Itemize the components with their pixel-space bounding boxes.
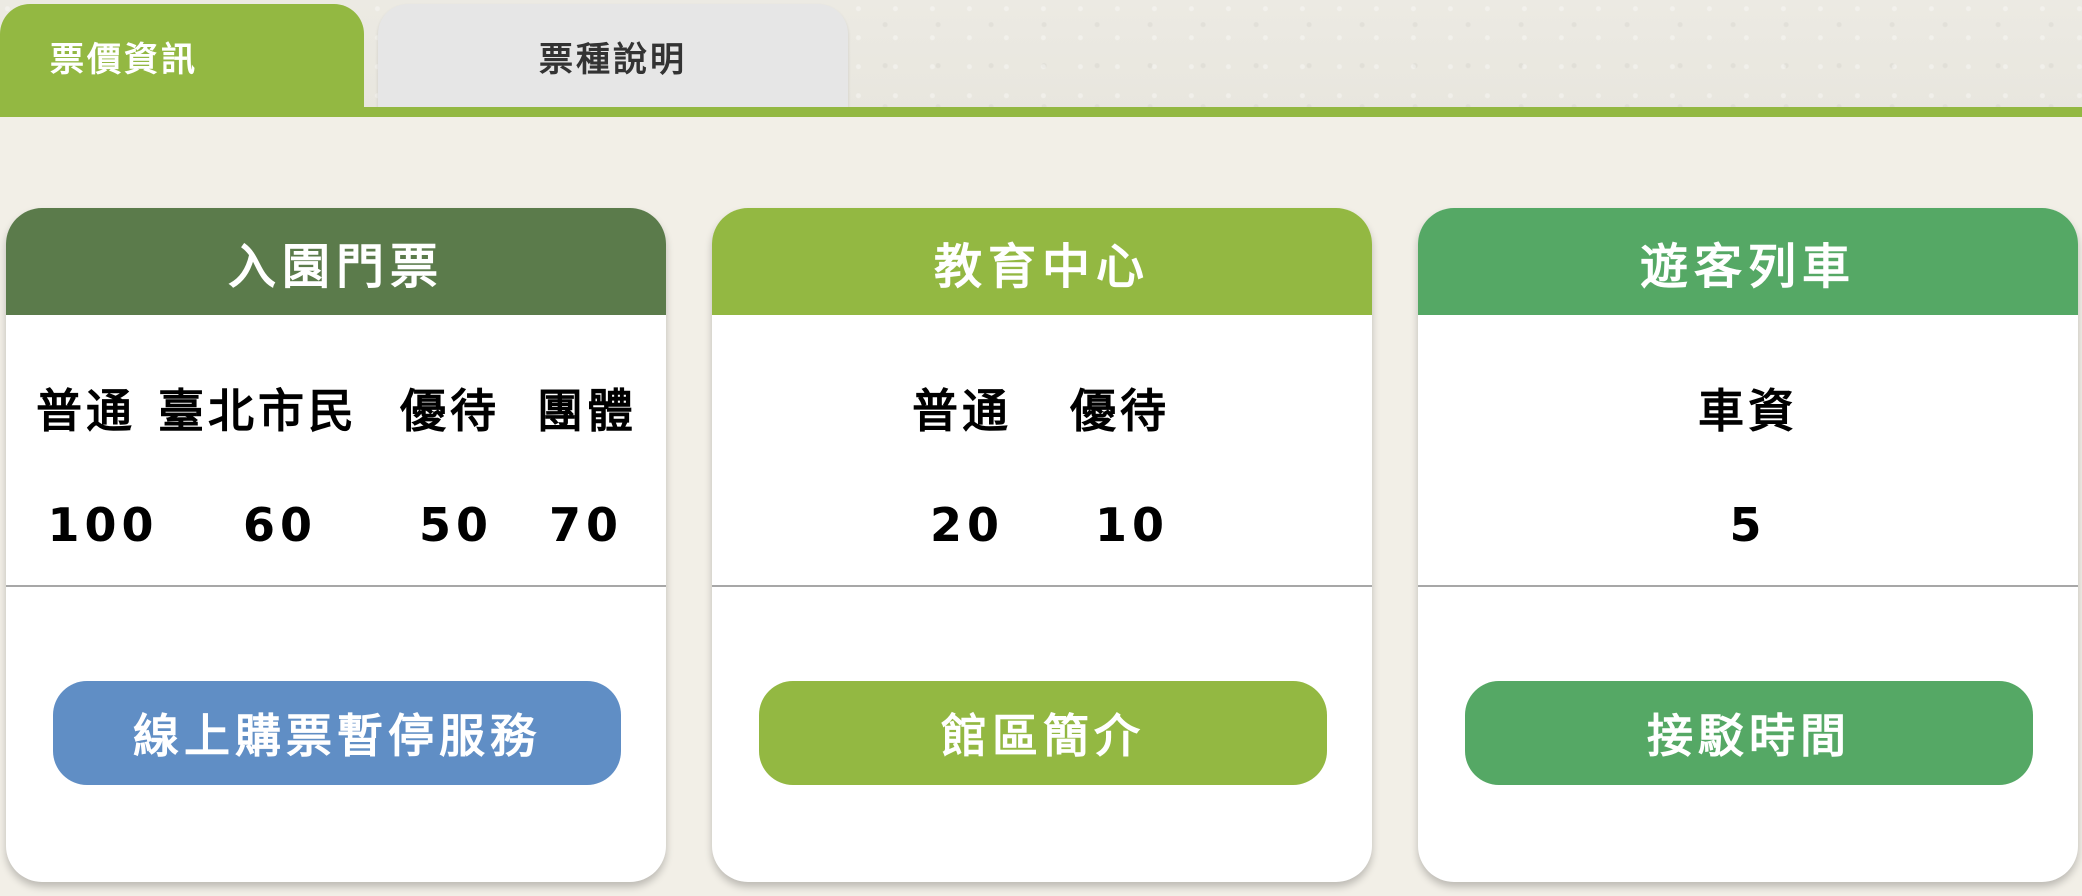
price-value-fare: 5	[1729, 498, 1767, 552]
card-title: 教育中心	[712, 208, 1372, 315]
price-value-regular: 100	[47, 498, 159, 552]
shuttle-schedule-button[interactable]: 接駁時間	[1465, 681, 2033, 785]
online-ticketing-button[interactable]: 線上購票暫停服務	[53, 681, 621, 785]
tab-ticket-types[interactable]: 票種說明	[378, 4, 848, 108]
price-value-taipei-resident: 60	[242, 498, 318, 552]
price-label-concession: 優待	[1070, 384, 1170, 438]
price-label-taipei-resident: 臺北市民	[158, 384, 358, 438]
education-center-card: 教育中心 普通 優待 20 10 館區簡介	[712, 208, 1372, 882]
price-label-regular: 普通	[36, 384, 136, 438]
admission-ticket-card: 入園門票 普通 臺北市民 優待 團體 100 60 50 70 線上購票暫停服務	[6, 208, 666, 882]
card-title: 遊客列車	[1418, 208, 2078, 315]
price-table: 普通 臺北市民 優待 團體 100 60 50 70	[6, 315, 666, 587]
tab-underline	[0, 107, 2082, 117]
price-label-fare: 車資	[1698, 384, 1798, 438]
tab-price-info[interactable]: 票價資訊	[0, 4, 364, 108]
price-value-group: 70	[548, 498, 624, 552]
price-label-regular: 普通	[912, 384, 1012, 438]
price-label-concession: 優待	[400, 384, 500, 438]
price-table: 普通 優待 20 10	[712, 315, 1372, 587]
price-value-concession: 50	[418, 498, 494, 552]
price-label-group: 團體	[537, 384, 637, 438]
price-value-concession: 10	[1094, 498, 1170, 552]
price-table: 車資 5	[1418, 315, 2078, 587]
tab-bar: 票價資訊 票種說明	[0, 0, 2082, 117]
venue-intro-button[interactable]: 館區簡介	[759, 681, 1327, 785]
price-value-regular: 20	[929, 498, 1005, 552]
visitor-train-card: 遊客列車 車資 5 接駁時間	[1418, 208, 2078, 882]
card-title: 入園門票	[6, 208, 666, 315]
